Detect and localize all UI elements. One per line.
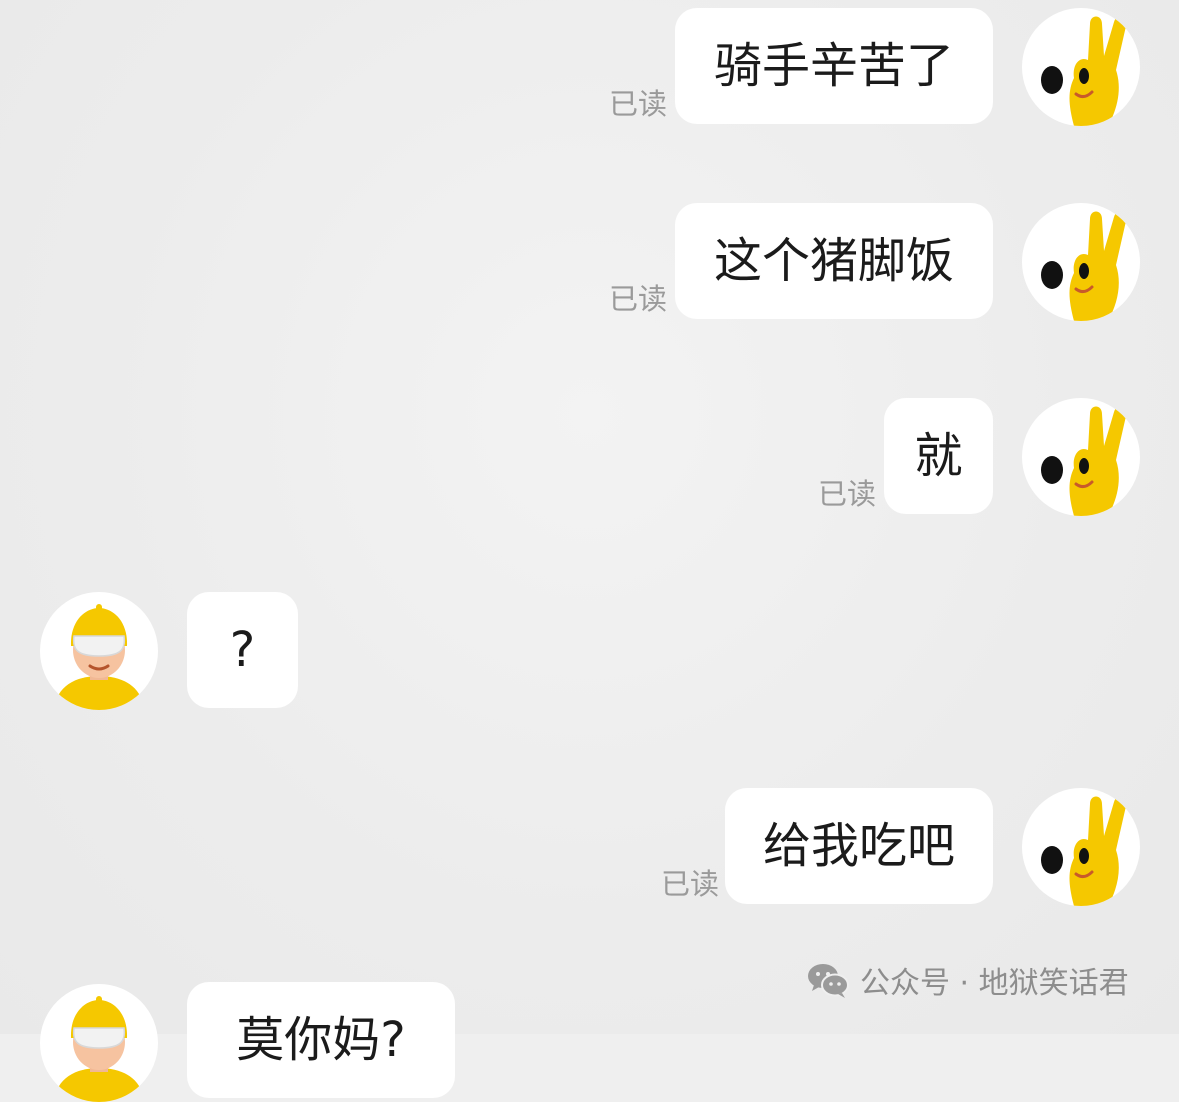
user-avatar[interactable] <box>1022 8 1140 126</box>
peace-hand-mascot-icon <box>1041 796 1127 906</box>
user-avatar[interactable] <box>1022 203 1140 321</box>
read-status: 已读 <box>609 87 668 121</box>
peace-hand-mascot-icon <box>1041 211 1127 321</box>
peace-hand-mascot-icon <box>1041 16 1127 126</box>
message-bubble-sent[interactable]: 给我吃吧 <box>725 788 993 904</box>
message-bubble-sent[interactable]: 就 <box>884 398 993 514</box>
message-text: 给我吃吧 <box>762 818 955 874</box>
user-avatar[interactable] <box>1022 398 1140 516</box>
watermark: 公众号 · 地狱笑话君 <box>806 960 1129 1001</box>
message-text: ? <box>229 622 256 678</box>
message-bubble-sent[interactable]: 这个猪脚饭 <box>675 203 993 319</box>
read-status: 已读 <box>661 867 720 901</box>
rider-avatar[interactable] <box>40 592 158 710</box>
message-text: 就 <box>914 428 963 484</box>
watermark-text: 公众号 · 地狱笑话君 <box>860 966 1129 1001</box>
rider-avatar[interactable] <box>40 984 158 1102</box>
message-bubble-received[interactable]: 莫你妈? <box>187 982 455 1098</box>
message-text: 莫你妈? <box>236 1012 406 1068</box>
message-bubble-received[interactable]: ? <box>187 592 298 708</box>
chat-area: 已读 骑手辛苦了 已读 这个猪脚饭 已读 就 ? 已读 给我吃吧 公众号 · 地… <box>0 0 1179 1102</box>
message-text: 骑手辛苦了 <box>713 38 954 94</box>
delivery-rider-icon <box>54 604 144 710</box>
read-status: 已读 <box>609 282 668 316</box>
wechat-icon <box>808 964 849 998</box>
message-text: 这个猪脚饭 <box>713 233 954 289</box>
peace-hand-mascot-icon <box>1041 406 1127 516</box>
message-bubble-sent[interactable]: 骑手辛苦了 <box>675 8 993 124</box>
user-avatar[interactable] <box>1022 788 1140 906</box>
delivery-rider-icon <box>54 996 144 1102</box>
read-status: 已读 <box>818 477 877 511</box>
